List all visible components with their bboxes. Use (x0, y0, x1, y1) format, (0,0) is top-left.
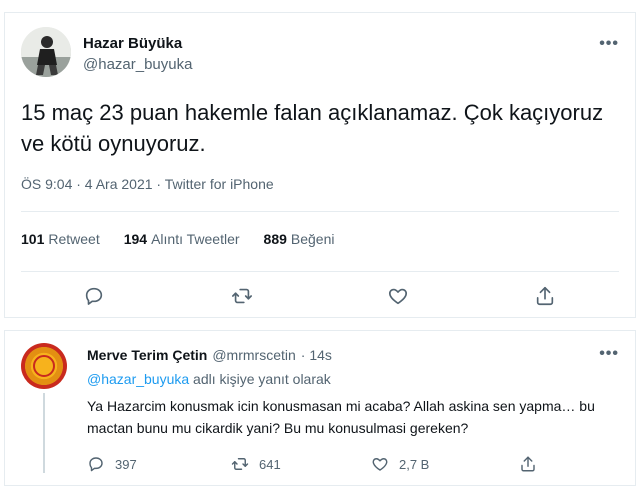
reply-count: 397 (115, 456, 137, 472)
reply-author[interactable]: Merve Terim Çetin @mrmrscetin · 14s (87, 347, 332, 363)
author-name[interactable]: Hazar Büyüka (83, 35, 182, 52)
main-tweet-card: Hazar Büyüka @hazar_buyuka ••• 15 maç 23… (4, 12, 636, 318)
reply-author-name[interactable]: Merve Terim Çetin (87, 347, 207, 363)
retweet-count: 101 (21, 231, 45, 247)
like-stat[interactable]: 889 Beğeni (264, 231, 335, 247)
avatar-photo (21, 27, 71, 77)
reply-text: Ya Hazarcim konusmak icin konusmasan mi … (87, 398, 595, 436)
logo-ring (33, 355, 55, 377)
retweet-count: 641 (259, 456, 281, 472)
author-avatar[interactable] (21, 27, 71, 77)
quote-label: Alıntı Tweetler (151, 231, 240, 247)
replying-to-handle[interactable]: @hazar_buyuka (87, 371, 189, 387)
author-handle[interactable]: @hazar_buyuka (83, 56, 192, 73)
more-options-icon[interactable]: ••• (599, 35, 619, 53)
quote-stat[interactable]: 194 Alıntı Tweetler (124, 231, 240, 247)
like-icon[interactable] (385, 283, 411, 309)
replying-to-label: adlı kişiye yanıt olarak (189, 371, 331, 387)
retweet-icon (231, 458, 249, 470)
reply-action[interactable]: 397 (87, 455, 137, 473)
retweet-icon[interactable] (229, 283, 255, 309)
tweet-text: 15 maç 23 puan hakemle falan açıklanamaz… (21, 100, 604, 156)
reply-tweet-card[interactable]: Merve Terim Çetin @mrmrscetin · 14s ••• … (4, 330, 636, 486)
quote-count: 194 (123, 231, 148, 247)
retweet-stat[interactable]: 101 Retweet (21, 231, 100, 247)
tweet-stats: 101 Retweet 194 Alıntı Tweetler 889 Beğeni (21, 231, 334, 247)
like-action[interactable]: 2,7 B (371, 455, 429, 473)
tweet-meta[interactable]: ÖS 9:04 · 4 Ara 2021 · Twitter for iPhon… (21, 176, 274, 192)
divider (21, 211, 619, 212)
like-icon (372, 458, 388, 471)
reply-author-handle[interactable]: @mrmrscetin (212, 347, 295, 363)
like-label: Beğeni (290, 231, 335, 247)
reply-icon (89, 457, 103, 472)
divider (21, 271, 619, 272)
reply-time[interactable]: · 14s (301, 347, 332, 363)
galatasaray-logo-avatar[interactable] (21, 343, 67, 389)
share-icon[interactable] (532, 283, 558, 309)
retweet-action[interactable]: 641 (231, 455, 281, 473)
more-options-icon[interactable]: ••• (599, 345, 619, 363)
reply-actions: 397 641 2,7 B (5, 453, 635, 481)
replying-to: @hazar_buyuka adlı kişiye yanıt olarak (87, 371, 331, 387)
share-icon (521, 456, 535, 472)
like-count: 889 (263, 231, 287, 247)
tweet-actions (5, 279, 635, 315)
retweet-label: Retweet (48, 231, 100, 247)
reply-icon[interactable] (81, 283, 107, 309)
like-count: 2,7 B (399, 456, 430, 472)
share-action[interactable] (519, 455, 537, 473)
